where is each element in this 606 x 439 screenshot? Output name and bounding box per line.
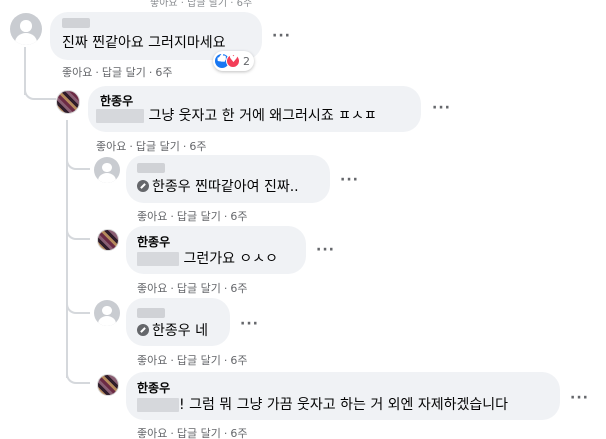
more-options-icon[interactable]: ··· (340, 172, 359, 188)
comment-time[interactable]: 6주 (155, 64, 172, 80)
more-options-icon[interactable]: ··· (570, 390, 589, 406)
reply-actions: 좋아요 · 답글 달기 · 6주 (137, 208, 248, 224)
reply-actions: 좋아요 · 답글 달기 · 6주 (137, 352, 248, 368)
mention-link[interactable]: 한종우 (152, 179, 191, 195)
reply-link[interactable]: 답글 달기 (177, 425, 221, 439)
more-options-icon[interactable]: ··· (272, 28, 291, 44)
reply-author[interactable]: 한종우 (137, 233, 170, 250)
mention-link[interactable]: 한종우 (152, 323, 191, 339)
profile-photo[interactable] (56, 90, 80, 114)
redacted-name (137, 398, 179, 412)
reply-link[interactable]: 답글 달기 (102, 64, 146, 80)
reply-time[interactable]: 6주 (230, 280, 247, 296)
thread-curve-reply-3 (66, 296, 90, 314)
reply-time[interactable]: 6주 (230, 352, 247, 368)
redacted-name (96, 109, 144, 123)
reply-link[interactable]: 답글 달기 (177, 280, 221, 296)
reply-text-row: 한종우 네 (137, 322, 208, 340)
reply-time[interactable]: 6주 (230, 425, 247, 439)
reply-text: 네 (195, 323, 208, 339)
thread-curve-main (24, 80, 56, 100)
comment-time[interactable]: 6주 (189, 138, 206, 154)
profile-photo[interactable] (97, 229, 119, 251)
mention-tag-icon (137, 180, 149, 192)
love-reaction-icon (226, 54, 240, 68)
reply-actions: 좋아요 · 답글 달기 · 6주 (137, 425, 248, 439)
more-options-icon[interactable]: ··· (240, 316, 259, 332)
reply-text: 그런가요 ㅇㅅㅇ (183, 251, 279, 267)
default-avatar-icon[interactable] (94, 157, 120, 183)
reply-link[interactable]: 답글 달기 (177, 208, 221, 224)
reply-link[interactable]: 답글 달기 (136, 138, 180, 154)
like-link[interactable]: 좋아요 (96, 138, 126, 154)
reply-actions: 좋아요 · 답글 달기 · 6주 (137, 280, 248, 296)
reply-author-redacted[interactable] (137, 308, 165, 318)
more-options-icon[interactable]: ··· (432, 100, 451, 116)
comment-text: 그냥 웃자고 한 거에 왜그러시죠 ㅍㅅㅍ (148, 108, 377, 124)
comment-actions: 좋아요 · 답글 달기 · 6주 (96, 138, 207, 154)
thread-curve-reply-1 (66, 152, 90, 170)
reaction-summary[interactable]: 2 (213, 51, 254, 71)
profile-photo[interactable] (97, 374, 119, 396)
comment-actions: 좋아요 · 답글 달기 · 6주 (62, 64, 173, 80)
reply-text: ! 그럼 뭐 그냥 가끔 웃자고 하는 거 외엔 자제하겠습니다 (179, 397, 509, 413)
reply-author-redacted[interactable] (137, 163, 165, 173)
reply-time[interactable]: 6주 (230, 208, 247, 224)
like-link[interactable]: 좋아요 (137, 352, 167, 368)
clipped-previous-actions: 좋아요 · 답글 달기 · 6주 (150, 0, 253, 9)
comment-text: 진짜 찐같아요 그러지마세요 (62, 35, 226, 51)
redacted-name (137, 252, 179, 266)
more-options-icon[interactable]: ··· (316, 242, 335, 258)
like-link[interactable]: 좋아요 (137, 280, 167, 296)
like-link[interactable]: 좋아요 (62, 64, 92, 80)
reaction-count: 2 (243, 54, 250, 68)
thread-curve-reply-2 (66, 222, 90, 240)
reply-link[interactable]: 답글 달기 (177, 352, 221, 368)
mention-tag-icon (137, 324, 149, 336)
like-link[interactable]: 좋아요 (137, 425, 167, 439)
reply-text-row: ! 그럼 뭐 그냥 가끔 웃자고 하는 거 외엔 자제하겠습니다 (137, 396, 508, 414)
like-link[interactable]: 좋아요 (137, 208, 167, 224)
reply-text: 찐따같아여 진짜.. (195, 179, 299, 195)
thread-curve-reply-4 (66, 366, 90, 384)
reply-text-row: 그런가요 ㅇㅅㅇ (137, 250, 278, 268)
reply-author[interactable]: 한종우 (137, 379, 170, 396)
comment-text-row: 그냥 웃자고 한 거에 왜그러시죠 ㅍㅅㅍ (96, 107, 377, 125)
default-avatar-icon[interactable] (10, 13, 42, 45)
default-avatar-icon[interactable] (94, 300, 120, 326)
reply-text-row: 한종우 찐따같아여 진짜.. (137, 178, 299, 196)
comment-author-redacted[interactable] (62, 18, 90, 28)
